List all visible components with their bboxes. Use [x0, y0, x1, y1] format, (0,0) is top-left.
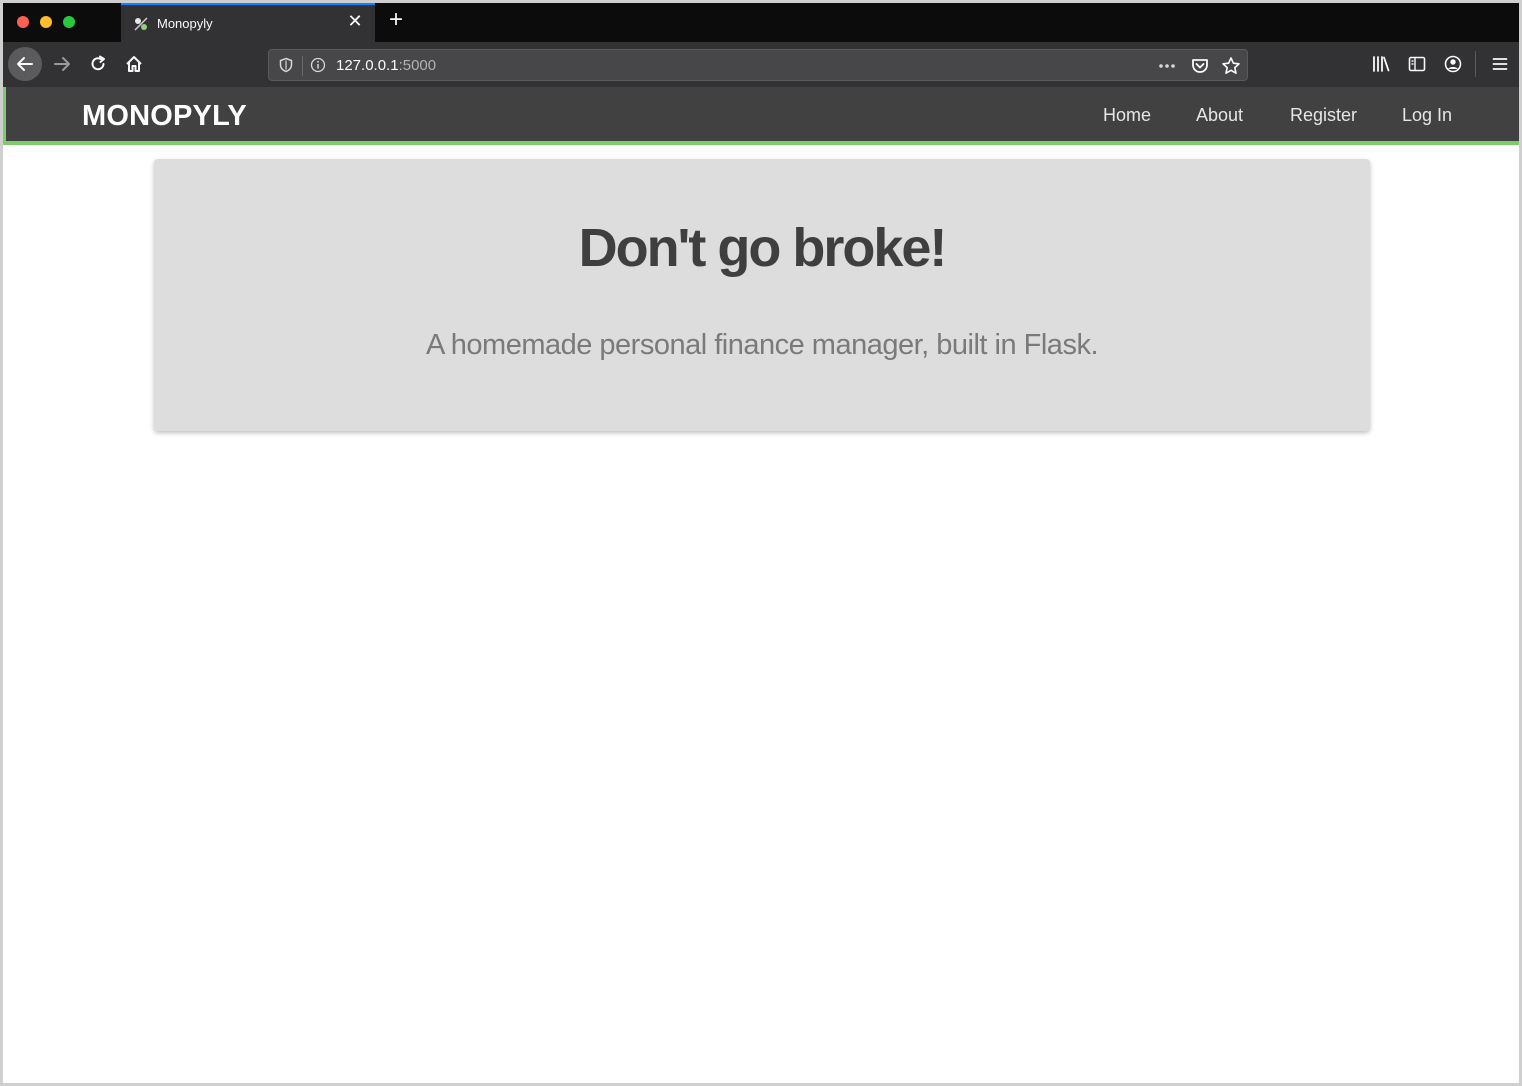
site-navbar: MONOPYLY Home About Register Log In — [3, 87, 1519, 145]
more-icon[interactable] — [1157, 58, 1177, 74]
home-icon — [126, 56, 142, 72]
monopyly-favicon-icon — [134, 17, 148, 31]
back-arrow-icon — [17, 57, 33, 71]
home-button[interactable] — [118, 48, 150, 80]
window-minimize-button[interactable] — [40, 16, 52, 28]
forward-button[interactable] — [46, 48, 78, 80]
url-text[interactable]: 127.0.0.1:5000 — [336, 57, 436, 74]
forward-arrow-icon — [54, 57, 70, 71]
sidebar-icon — [1408, 56, 1426, 72]
account-button[interactable] — [1437, 48, 1469, 80]
browser-tab[interactable]: Monopyly ✕ — [121, 3, 375, 42]
window-close-button[interactable] — [17, 16, 29, 28]
hero-jumbotron: Don't go broke! A homemade personal fina… — [154, 159, 1370, 431]
nav-home-link[interactable]: Home — [1103, 105, 1151, 126]
new-tab-button[interactable]: + — [384, 6, 408, 34]
nav-about-link[interactable]: About — [1196, 105, 1243, 126]
toolbar-divider — [1475, 51, 1476, 77]
hero-subtitle: A homemade personal finance manager, bui… — [425, 329, 1099, 361]
nav-login-link[interactable]: Log In — [1402, 105, 1452, 126]
url-separator — [302, 56, 303, 76]
shield-icon[interactable] — [278, 57, 294, 73]
tab-strip: Monopyly ✕ + — [3, 3, 1519, 42]
reload-button[interactable] — [82, 48, 114, 80]
hero-title: Don't go broke! — [578, 218, 948, 278]
brand-logo-link[interactable]: MONOPYLY — [82, 100, 247, 133]
account-icon — [1444, 55, 1462, 73]
sidebar-button[interactable] — [1401, 48, 1433, 80]
url-port: :5000 — [398, 57, 437, 74]
reload-icon — [91, 55, 105, 71]
nav-toolbar: 127.0.0.1:5000 — [3, 42, 1519, 87]
star-icon[interactable] — [1221, 56, 1241, 76]
library-button[interactable] — [1365, 48, 1397, 80]
menu-button[interactable] — [1484, 48, 1516, 80]
pocket-icon[interactable] — [1190, 56, 1210, 76]
page-content: MONOPYLY Home About Register Log In Don'… — [3, 87, 1519, 1083]
back-button[interactable] — [8, 47, 42, 81]
url-host: 127.0.0.1 — [336, 57, 399, 74]
tab-close-button[interactable]: ✕ — [345, 11, 365, 35]
nav-register-link[interactable]: Register — [1290, 105, 1357, 126]
menu-icon — [1492, 58, 1508, 70]
info-icon[interactable] — [310, 57, 326, 73]
browser-window: Monopyly ✕ + 127.0.0.1:5000 MONOPYLY Hom… — [3, 3, 1519, 1083]
url-bar[interactable]: 127.0.0.1:5000 — [268, 49, 1248, 81]
window-maximize-button[interactable] — [63, 16, 75, 28]
library-icon — [1373, 56, 1390, 72]
tab-title: Monopyly — [157, 16, 213, 31]
